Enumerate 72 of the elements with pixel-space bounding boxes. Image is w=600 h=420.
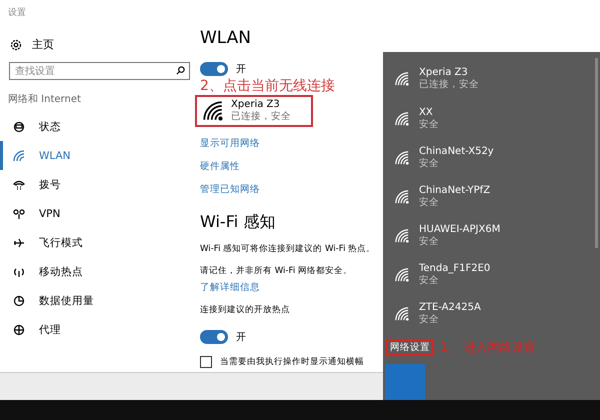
wifi-icon xyxy=(13,150,25,162)
window-title: 设置 xyxy=(8,6,27,19)
airplane-icon xyxy=(13,236,25,248)
wifi-signal-icon xyxy=(395,112,409,126)
wifi-signal-icon xyxy=(395,268,409,282)
toggle-label: 开 xyxy=(236,331,246,344)
network-item[interactable]: XX 安全 xyxy=(383,99,600,138)
network-name: Xperia Z3 xyxy=(231,99,281,110)
page-title: WLAN xyxy=(200,28,252,48)
network-item[interactable]: Xperia Z3 已连接，安全 xyxy=(383,60,600,99)
network-name: Tenda_F1F2E0 xyxy=(419,262,490,274)
globe-icon xyxy=(13,324,25,336)
settings-link[interactable]: 硬件属性 xyxy=(200,160,240,173)
checkbox-label: 当需要由我执行操作时显示通知横幅 xyxy=(220,356,364,368)
wifi-tile[interactable] xyxy=(385,364,425,400)
section-title: Wi-Fi 感知 xyxy=(200,212,276,233)
vpn-icon xyxy=(13,208,25,220)
network-status: 安全 xyxy=(419,156,440,170)
settings-link[interactable]: 显示可用网络 xyxy=(200,137,260,150)
search-icon xyxy=(176,66,185,75)
settings-icon xyxy=(10,38,22,50)
network-status: 安全 xyxy=(419,312,440,326)
network-item[interactable]: ChinaNet-YPfZ 安全 xyxy=(383,177,600,216)
search-field[interactable]: 查找设置 xyxy=(9,62,190,80)
pie-chart-icon xyxy=(13,294,25,306)
description-text: 请记住，并非所有 Wi-Fi 网络都安全。 xyxy=(200,265,352,277)
nav-item[interactable]: 代理 xyxy=(0,315,200,344)
settings-link[interactable]: 管理已知网络 xyxy=(200,183,260,196)
toggle-switch[interactable] xyxy=(200,62,228,76)
network-status: 已连接，安全 xyxy=(231,110,291,123)
network-name: ChinaNet-YPfZ xyxy=(419,184,490,196)
toggle-label: 开 xyxy=(236,63,246,76)
network-item[interactable]: ChinaNet-X52y 安全 xyxy=(383,138,600,178)
description-text: Wi-Fi 感知可将你连接到建议的 Wi-Fi 热点。 xyxy=(200,243,376,255)
learn-more-link[interactable]: 了解详细信息 xyxy=(200,281,260,294)
wifi-signal-icon xyxy=(203,101,223,121)
network-name: ZTE-A2425A xyxy=(419,302,481,313)
network-item[interactable]: ZTE-A2425A 安全 xyxy=(383,294,600,334)
network-status: 安全 xyxy=(419,234,440,248)
current-network[interactable]: Xperia Z3 已连接，安全 xyxy=(195,95,313,127)
network-name: HUAWEI-APJX6M xyxy=(419,224,500,235)
nav-item[interactable]: WLAN xyxy=(0,141,200,170)
toggle-switch[interactable] xyxy=(200,330,228,344)
nav-item[interactable]: 飞行模式 xyxy=(0,228,200,257)
phone-icon xyxy=(13,178,25,190)
globe-monitor-icon xyxy=(13,120,25,132)
nav-item[interactable]: 数据使用量 xyxy=(0,286,200,315)
wifi-signal-icon xyxy=(395,150,409,165)
network-item[interactable]: Tenda_F1F2E0 安全 xyxy=(383,255,600,294)
setting-label: 连接到建议的开放热点 xyxy=(200,304,290,316)
wifi-signal-icon xyxy=(395,306,409,321)
wifi-signal-icon xyxy=(395,72,409,86)
network-name: Xperia Z3 xyxy=(419,67,469,78)
checkbox[interactable] xyxy=(200,356,212,368)
network-name: ChinaNet-X52y xyxy=(419,146,494,157)
annotation-text: 1、 进入网络设置 xyxy=(440,339,536,356)
section-label: 网络和 Internet xyxy=(8,92,82,106)
nav-item[interactable]: VPN xyxy=(0,199,200,228)
wifi-signal-icon xyxy=(395,228,409,243)
nav-item[interactable]: 移动热点 xyxy=(0,257,200,286)
network-status: 已连接，安全 xyxy=(419,78,479,92)
network-settings-link[interactable]: 网络设置 xyxy=(386,339,434,356)
nav-item[interactable]: 拨号 xyxy=(0,170,200,199)
network-item[interactable]: HUAWEI-APJX6M 安全 xyxy=(383,216,600,256)
network-status: 安全 xyxy=(419,274,440,287)
hotspot-icon xyxy=(13,266,25,278)
home-item[interactable]: 主页 xyxy=(10,37,200,52)
network-status: 安全 xyxy=(419,196,440,209)
annotation-text: 2、点击当前无线连接 xyxy=(200,77,335,95)
network-name: XX xyxy=(419,106,434,118)
wifi-signal-icon xyxy=(395,190,409,204)
network-status: 安全 xyxy=(419,118,439,131)
